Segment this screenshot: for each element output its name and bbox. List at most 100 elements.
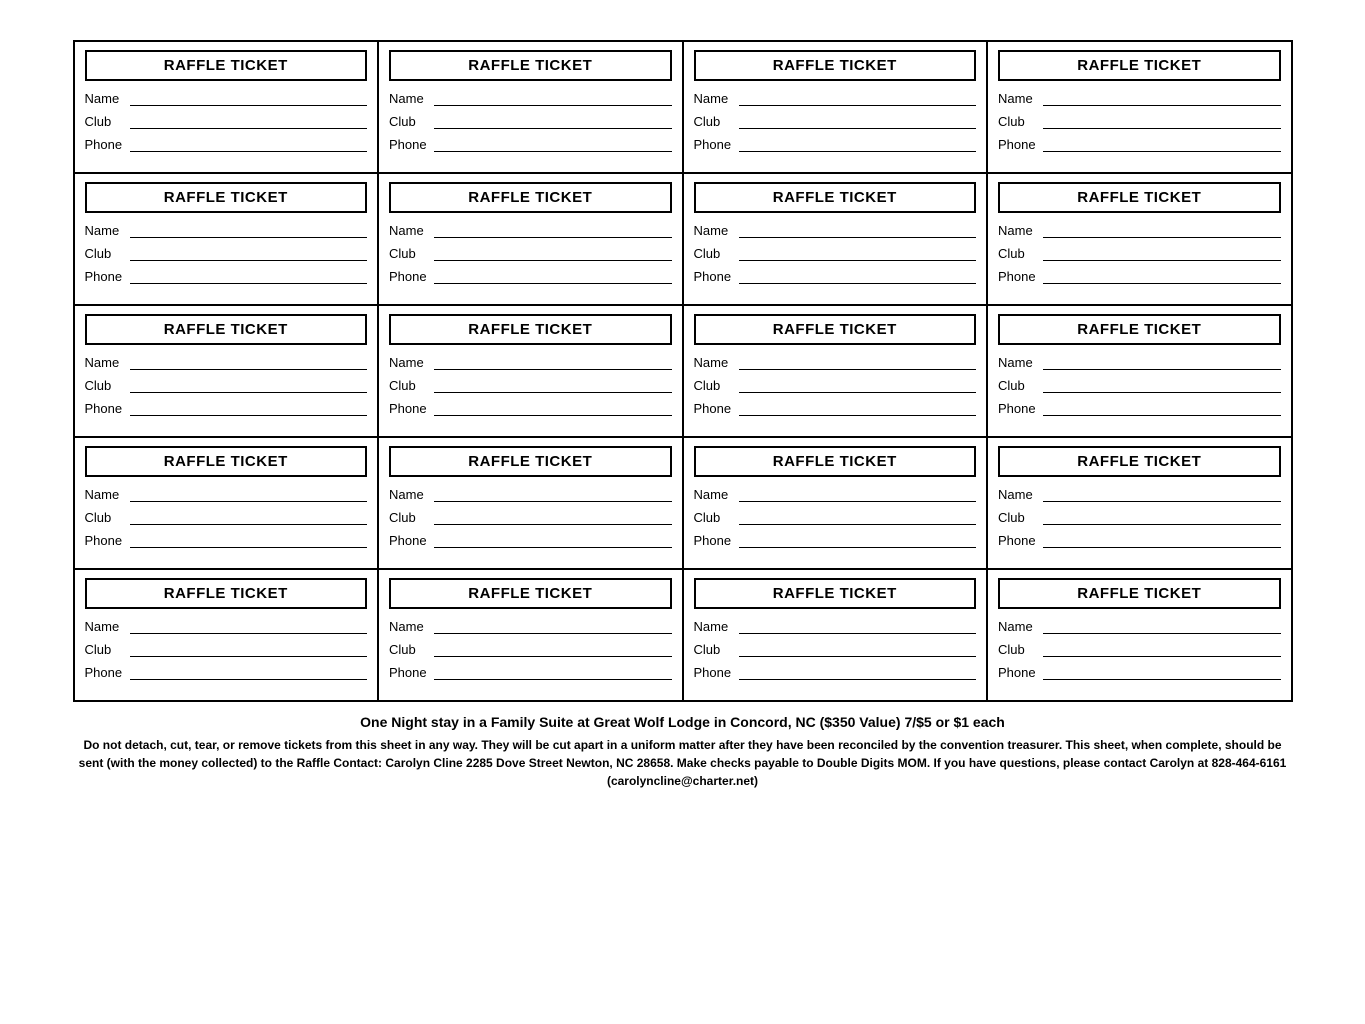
ticket-2-line-phone xyxy=(434,138,672,152)
ticket-7-label-club: Club xyxy=(694,246,736,261)
ticket-6-line-club xyxy=(434,247,672,261)
ticket-15-line-club xyxy=(739,511,977,525)
ticket-9-label-name: Name xyxy=(85,355,127,370)
ticket-18-label-club: Club xyxy=(389,642,431,657)
ticket-11-label-name: Name xyxy=(694,355,736,370)
ticket-13-label-phone: Phone xyxy=(85,533,127,548)
ticket-1-line-name xyxy=(130,92,368,106)
ticket-7: RAFFLE TICKETNameClubPhone xyxy=(683,173,988,305)
ticket-header-5: RAFFLE TICKET xyxy=(85,182,368,213)
ticket-10-label-club: Club xyxy=(389,378,431,393)
ticket-3-line-phone xyxy=(739,138,977,152)
ticket-19-line-phone xyxy=(739,666,977,680)
ticket-header-2: RAFFLE TICKET xyxy=(389,50,672,81)
ticket-20-field-phone: Phone xyxy=(998,665,1281,680)
ticket-header-13: RAFFLE TICKET xyxy=(85,446,368,477)
ticket-18-field-phone: Phone xyxy=(389,665,672,680)
ticket-19-line-name xyxy=(739,620,977,634)
ticket-20-line-phone xyxy=(1043,666,1281,680)
ticket-6-label-name: Name xyxy=(389,223,431,238)
ticket-17-field-phone: Phone xyxy=(85,665,368,680)
ticket-2-line-club xyxy=(434,115,672,129)
ticket-13: RAFFLE TICKET Name Club Phone xyxy=(74,437,379,569)
ticket-13-line-name xyxy=(130,488,368,502)
ticket-4-label-club: Club xyxy=(998,114,1040,129)
ticket-4: RAFFLE TICKETNameClubPhone xyxy=(987,41,1292,173)
ticket-3-label-name: Name xyxy=(694,91,736,106)
ticket-18-field-club: Club xyxy=(389,642,672,657)
ticket-11-line-name xyxy=(739,356,977,370)
ticket-19: RAFFLE TICKETNameClubPhone xyxy=(683,569,988,701)
ticket-16-line-club xyxy=(1043,511,1281,525)
ticket-1-field-club: Club xyxy=(85,114,368,129)
ticket-7-field-phone: Phone xyxy=(694,269,977,284)
ticket-8-line-club xyxy=(1043,247,1281,261)
ticket-1-field-name: Name xyxy=(85,91,368,106)
ticket-7-line-club xyxy=(739,247,977,261)
ticket-10-label-phone: Phone xyxy=(389,401,431,416)
ticket-13-line-phone xyxy=(130,534,368,548)
ticket-7-label-name: Name xyxy=(694,223,736,238)
ticket-9-line-phone xyxy=(130,402,368,416)
ticket-10-field-club: Club xyxy=(389,378,672,393)
ticket-18-line-phone xyxy=(434,666,672,680)
ticket-6-label-club: Club xyxy=(389,246,431,261)
ticket-12-field-name: Name xyxy=(998,355,1281,370)
ticket-2-label-club: Club xyxy=(389,114,431,129)
ticket-6-field-phone: Phone xyxy=(389,269,672,284)
ticket-7-line-phone xyxy=(739,270,977,284)
ticket-2-field-club: Club xyxy=(389,114,672,129)
ticket-10-label-name: Name xyxy=(389,355,431,370)
ticket-11-label-phone: Phone xyxy=(694,401,736,416)
footer-prize: One Night stay in a Family Suite at Grea… xyxy=(73,714,1293,730)
ticket-18-line-name xyxy=(434,620,672,634)
ticket-15-field-phone: Phone xyxy=(694,533,977,548)
ticket-12-field-phone: Phone xyxy=(998,401,1281,416)
ticket-16-line-phone xyxy=(1043,534,1281,548)
ticket-15-line-name xyxy=(739,488,977,502)
ticket-4-field-name: Name xyxy=(998,91,1281,106)
ticket-10-line-phone xyxy=(434,402,672,416)
ticket-17-line-club xyxy=(130,643,368,657)
ticket-3-label-phone: Phone xyxy=(694,137,736,152)
ticket-3-label-club: Club xyxy=(694,114,736,129)
ticket-7-field-club: Club xyxy=(694,246,977,261)
ticket-5-line-club xyxy=(130,247,368,261)
ticket-13-label-name: Name xyxy=(85,487,127,502)
ticket-16-label-club: Club xyxy=(998,510,1040,525)
ticket-4-field-phone: Phone xyxy=(998,137,1281,152)
ticket-14-line-phone xyxy=(434,534,672,548)
ticket-15: RAFFLE TICKETNameClubPhone xyxy=(683,437,988,569)
ticket-1-line-phone xyxy=(130,138,368,152)
ticket-4-label-name: Name xyxy=(998,91,1040,106)
ticket-15-field-club: Club xyxy=(694,510,977,525)
ticket-20-line-name xyxy=(1043,620,1281,634)
tickets-grid: RAFFLE TICKET Name Club Phone RAFFLE TICKET N… xyxy=(73,40,1293,702)
ticket-17-label-name: Name xyxy=(85,619,127,634)
ticket-8-line-phone xyxy=(1043,270,1281,284)
ticket-19-label-phone: Phone xyxy=(694,665,736,680)
ticket-8-field-club: Club xyxy=(998,246,1281,261)
ticket-19-label-name: Name xyxy=(694,619,736,634)
ticket-17-field-club: Club xyxy=(85,642,368,657)
ticket-10-line-name xyxy=(434,356,672,370)
ticket-9-field-name: Name xyxy=(85,355,368,370)
ticket-11-field-name: Name xyxy=(694,355,977,370)
ticket-15-label-phone: Phone xyxy=(694,533,736,548)
ticket-7-line-name xyxy=(739,224,977,238)
ticket-14-field-club: Club xyxy=(389,510,672,525)
ticket-3-field-name: Name xyxy=(694,91,977,106)
ticket-5-field-name: Name xyxy=(85,223,368,238)
page-container: RAFFLE TICKET Name Club Phone RAFFLE TICKET N… xyxy=(43,20,1323,810)
ticket-5-line-name xyxy=(130,224,368,238)
ticket-19-field-phone: Phone xyxy=(694,665,977,680)
ticket-11-field-club: Club xyxy=(694,378,977,393)
ticket-20: RAFFLE TICKETNameClubPhone xyxy=(987,569,1292,701)
ticket-9-line-club xyxy=(130,379,368,393)
ticket-5-line-phone xyxy=(130,270,368,284)
ticket-16: RAFFLE TICKETNameClubPhone xyxy=(987,437,1292,569)
ticket-16-line-name xyxy=(1043,488,1281,502)
ticket-13-field-club: Club xyxy=(85,510,368,525)
ticket-header-14: RAFFLE TICKET xyxy=(389,446,672,477)
ticket-11: RAFFLE TICKETNameClubPhone xyxy=(683,305,988,437)
